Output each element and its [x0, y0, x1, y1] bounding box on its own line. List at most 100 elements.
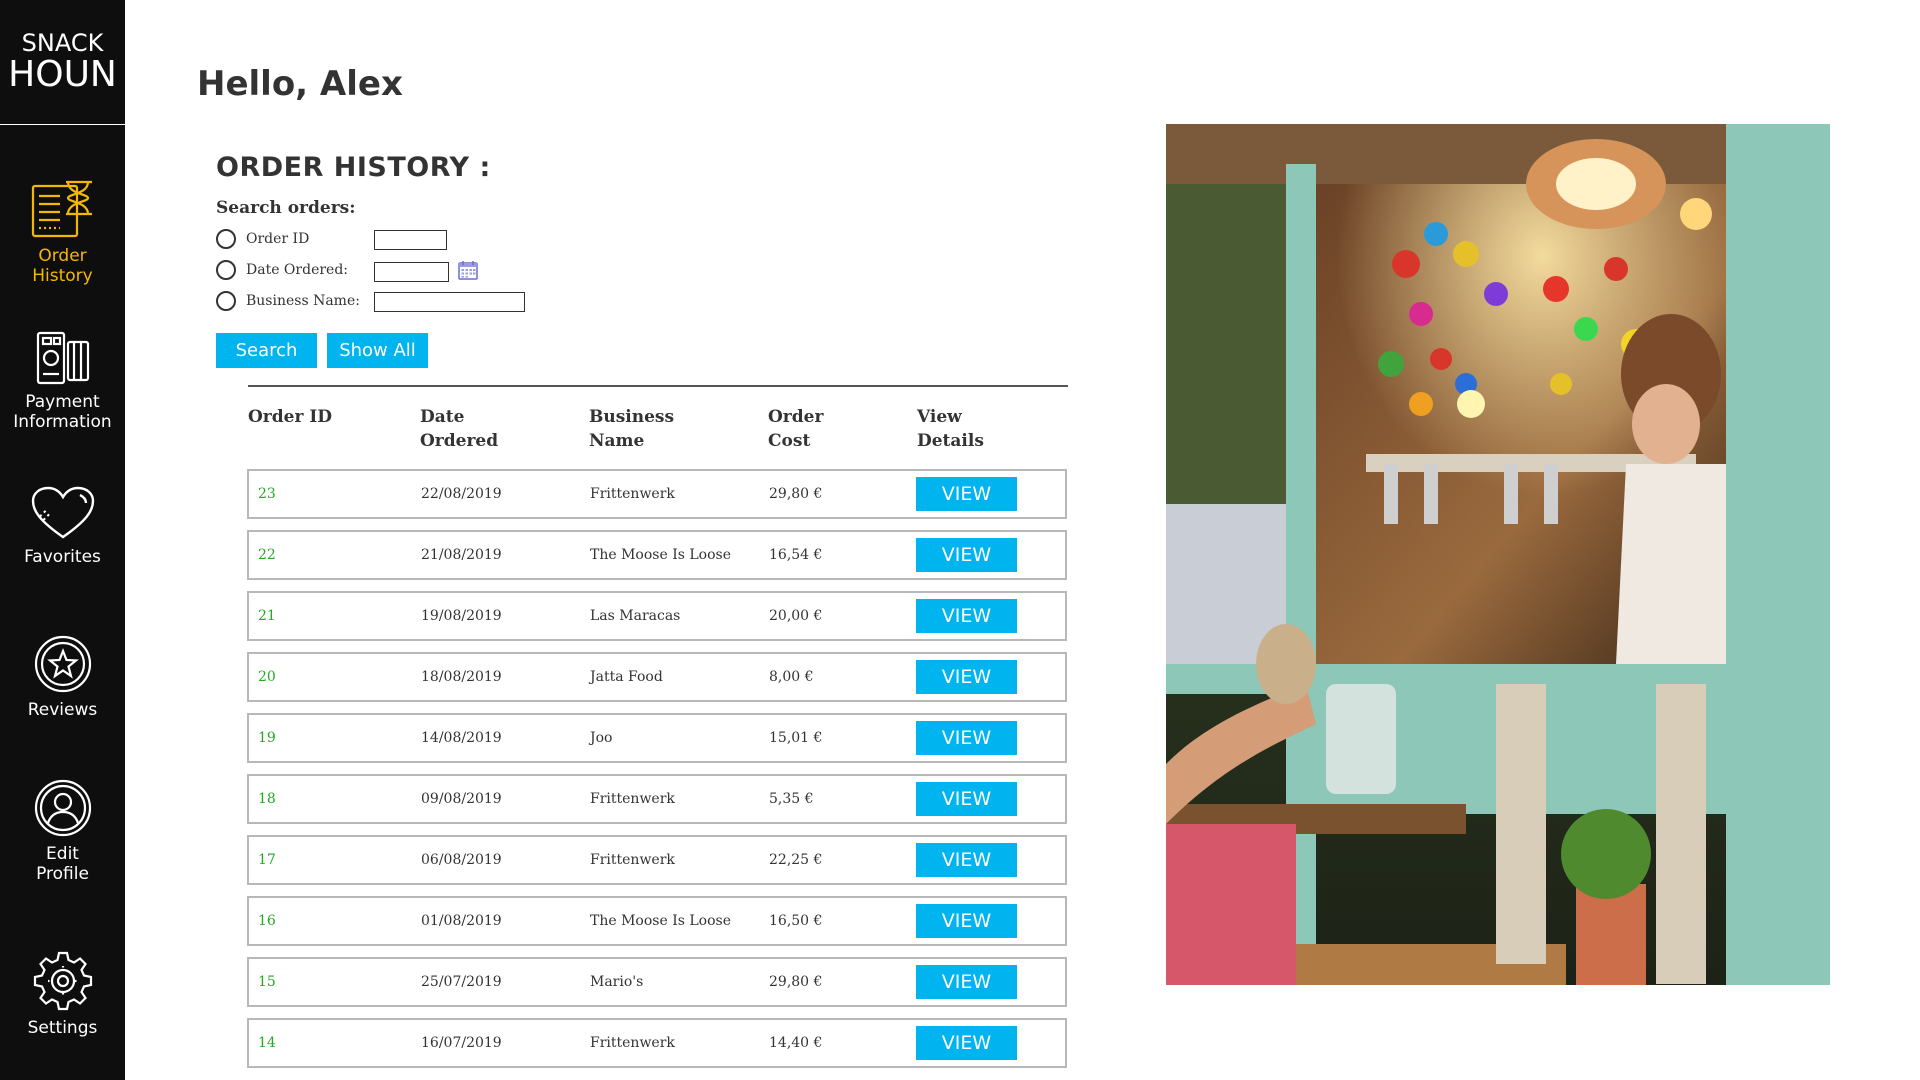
order-id-cell: 23: [258, 486, 276, 502]
order-id-cell: 17: [258, 852, 276, 868]
column-header-date-ordered: Date Ordered: [420, 407, 499, 451]
sidebar-item-favorites[interactable]: Favorites: [0, 485, 125, 567]
table-row: 21 19/08/2019 Las Maracas 20,00 € VIEW: [247, 591, 1067, 641]
business-name-radio[interactable]: [216, 291, 236, 311]
sidebar-item-order-history[interactable]: Order History: [0, 178, 125, 286]
food-truck-photo: [1166, 124, 1830, 985]
order-id-cell: 19: [258, 730, 276, 746]
search-heading: Search orders:: [216, 198, 356, 218]
brand-logo[interactable]: SNACK HOUN: [0, 0, 125, 125]
heart-icon: [31, 486, 94, 539]
business-name-cell: The Moose Is Loose: [590, 547, 731, 563]
business-name-label: Business Name:: [246, 293, 360, 309]
view-details-button[interactable]: VIEW: [916, 477, 1017, 511]
payment-icon: [36, 331, 89, 385]
table-row: 17 06/08/2019 Frittenwerk 22,25 € VIEW: [247, 835, 1067, 885]
sidebar-item-edit-profile[interactable]: Edit Profile: [0, 778, 125, 884]
sidebar-item-settings[interactable]: Settings: [0, 950, 125, 1038]
order-id-cell: 16: [258, 913, 276, 929]
search-button[interactable]: Search: [216, 333, 317, 368]
order-id-cell: 18: [258, 791, 276, 807]
gear-icon: [33, 951, 92, 1011]
view-details-button[interactable]: VIEW: [916, 599, 1017, 633]
star-icon: [34, 635, 91, 693]
view-details-button[interactable]: VIEW: [916, 965, 1017, 999]
view-details-button[interactable]: VIEW: [916, 904, 1017, 938]
date-ordered-cell: 25/07/2019: [421, 974, 502, 990]
order-history-title: ORDER HISTORY :: [216, 152, 491, 183]
date-ordered-cell: 01/08/2019: [421, 913, 502, 929]
table-row: 23 22/08/2019 Frittenwerk 29,80 € VIEW: [247, 469, 1067, 519]
view-details-button[interactable]: VIEW: [916, 721, 1017, 755]
table-row: 22 21/08/2019 The Moose Is Loose 16,54 € VIE…: [247, 530, 1067, 580]
business-name-cell: The Moose Is Loose: [590, 913, 731, 929]
order-cost-cell: 16,50 €: [769, 913, 823, 929]
brand-line-1: SNACK: [21, 29, 104, 57]
search-option-order-id: Order ID: [216, 228, 309, 250]
order-cost-cell: 14,40 €: [769, 1035, 823, 1051]
business-name-cell: Las Maracas: [590, 608, 681, 624]
user-icon: [34, 779, 91, 837]
view-details-button[interactable]: VIEW: [916, 782, 1017, 816]
business-name-input[interactable]: [374, 292, 525, 312]
table-row: 14 16/07/2019 Frittenwerk 14,40 € VIEW: [247, 1018, 1067, 1068]
view-details-button[interactable]: VIEW: [916, 660, 1017, 694]
date-ordered-cell: 21/08/2019: [421, 547, 502, 563]
order-cost-cell: 5,35 €: [769, 791, 814, 807]
table-divider: [248, 385, 1068, 387]
date-ordered-label: Date Ordered:: [246, 262, 349, 278]
business-name-cell: Frittenwerk: [590, 852, 675, 868]
search-option-date-ordered: Date Ordered:: [216, 259, 348, 281]
view-details-button[interactable]: VIEW: [916, 1026, 1017, 1060]
order-cost-cell: 29,80 €: [769, 974, 823, 990]
business-name-cell: Jatta Food: [590, 669, 663, 685]
order-cost-cell: 16,54 €: [769, 547, 823, 563]
business-name-cell: Frittenwerk: [590, 1035, 675, 1051]
sidebar-item-label: Favorites: [24, 547, 101, 567]
sidebar-item-label: Settings: [27, 1018, 98, 1038]
date-ordered-cell: 22/08/2019: [421, 486, 502, 502]
calendar-icon[interactable]: [458, 260, 478, 280]
order-id-radio[interactable]: [216, 229, 236, 249]
sidebar-item-label: Edit Profile: [36, 844, 89, 884]
order-cost-cell: 8,00 €: [769, 669, 814, 685]
sidebar-item-payment-information[interactable]: Payment Information: [0, 330, 125, 432]
order-id-input[interactable]: [374, 230, 447, 250]
sidebar-item-reviews[interactable]: Reviews: [0, 634, 125, 720]
order-id-cell: 21: [258, 608, 276, 624]
order-cost-cell: 20,00 €: [769, 608, 823, 624]
business-name-cell: Frittenwerk: [590, 791, 675, 807]
order-id-cell: 22: [258, 547, 276, 563]
brand-line-2: HOUN: [8, 54, 117, 95]
business-name-cell: Joo: [590, 730, 613, 746]
view-details-button[interactable]: VIEW: [916, 843, 1017, 877]
table-row: 15 25/07/2019 Mario's 29,80 € VIEW: [247, 957, 1067, 1007]
column-header-order-cost: Order Cost: [768, 407, 824, 451]
order-cost-cell: 15,01 €: [769, 730, 823, 746]
date-ordered-radio[interactable]: [216, 260, 236, 280]
search-option-business-name: Business Name:: [216, 290, 360, 312]
date-ordered-cell: 14/08/2019: [421, 730, 502, 746]
view-details-button[interactable]: VIEW: [916, 538, 1017, 572]
date-ordered-cell: 16/07/2019: [421, 1035, 502, 1051]
table-row: 16 01/08/2019 The Moose Is Loose 16,50 € VIE…: [247, 896, 1067, 946]
date-ordered-cell: 06/08/2019: [421, 852, 502, 868]
date-ordered-cell: 19/08/2019: [421, 608, 502, 624]
show-all-button[interactable]: Show All: [327, 333, 428, 368]
table-row: 20 18/08/2019 Jatta Food 8,00 € VIEW: [247, 652, 1067, 702]
table-row: 18 09/08/2019 Frittenwerk 5,35 € VIEW: [247, 774, 1067, 824]
sidebar-item-label: Payment Information: [13, 392, 112, 432]
order-cost-cell: 29,80 €: [769, 486, 823, 502]
sidebar-item-label: Order History: [32, 246, 93, 286]
page-greeting: Hello, Alex: [197, 64, 403, 104]
sidebar-item-label: Reviews: [27, 700, 98, 720]
order-id-cell: 14: [258, 1035, 276, 1051]
order-id-cell: 15: [258, 974, 276, 990]
column-header-order-id: Order ID: [248, 407, 333, 427]
order-cost-cell: 22,25 €: [769, 852, 823, 868]
column-header-view-details: View Details: [917, 407, 984, 451]
table-row: 19 14/08/2019 Joo 15,01 € VIEW: [247, 713, 1067, 763]
sidebar: SNACK HOUN Order History Payment Informa…: [0, 0, 125, 1080]
date-ordered-input[interactable]: [374, 262, 449, 282]
order-id-label: Order ID: [246, 231, 310, 247]
